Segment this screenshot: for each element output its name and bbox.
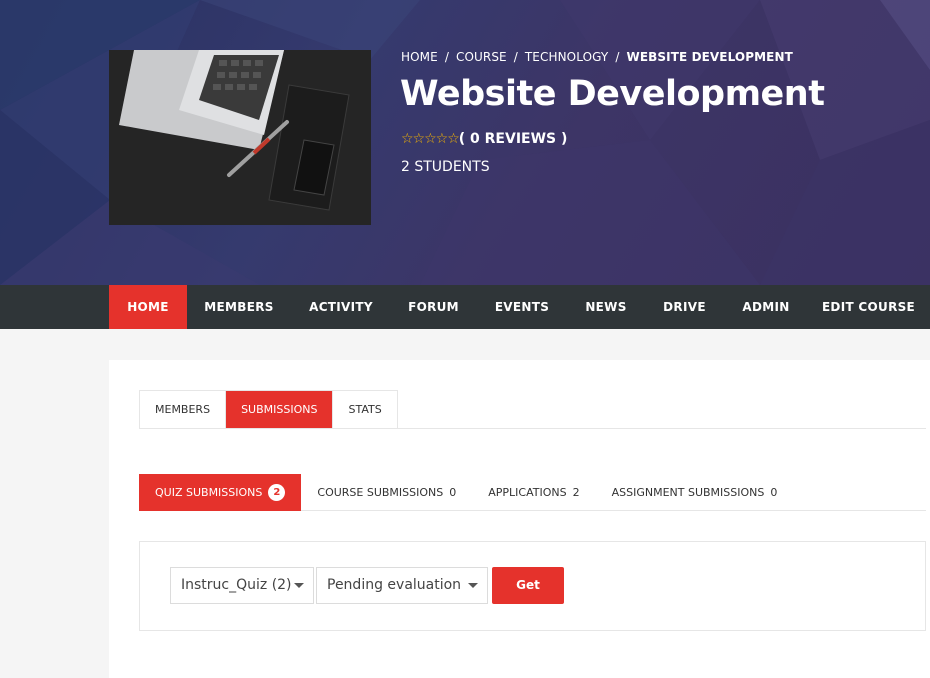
- breadcrumb: HOME / COURSE / TECHNOLOGY / WEBSITE DEVELOPME…: [401, 50, 793, 64]
- laptop-image-icon: [109, 50, 371, 225]
- course-header: HOME / COURSE / TECHNOLOGY / WEBSITE DEVELOPME…: [0, 0, 930, 285]
- applications-count: 2: [572, 486, 580, 499]
- submission-tabs: QUIZ SUBMISSIONS 2 COURSE SUBMISSIONS 0 AP…: [139, 474, 793, 511]
- subtabs: MEMBERS SUBMISSIONS STATS: [139, 390, 398, 429]
- course-rating: ☆☆☆☆☆ ( 0 REVIEWS ): [401, 131, 567, 147]
- nav-admin[interactable]: ADMIN: [725, 285, 807, 329]
- subtab-submissions[interactable]: SUBMISSIONS: [226, 391, 334, 428]
- course-nav: HOME MEMBERS ACTIVITY FORUM EVENTS NEWS …: [0, 285, 930, 329]
- content-panel: MEMBERS SUBMISSIONS STATS QUIZ SUBMISSIO…: [109, 360, 930, 678]
- page-title: Website Development: [400, 74, 825, 114]
- students-count: 2 STUDENTS: [401, 159, 490, 175]
- tab-quiz-submissions[interactable]: QUIZ SUBMISSIONS 2: [139, 474, 302, 511]
- tab-course-submissions[interactable]: COURSE SUBMISSIONS 0: [301, 474, 472, 511]
- nav-forum[interactable]: FORUM: [391, 285, 476, 329]
- nav-drive[interactable]: DRIVE: [644, 285, 725, 329]
- breadcrumb-current: WEBSITE DEVELOPMENT: [626, 50, 793, 64]
- breadcrumb-course[interactable]: COURSE: [456, 50, 507, 64]
- nav-home[interactable]: HOME: [109, 285, 187, 329]
- quiz-select[interactable]: Instruc_Quiz (2): [170, 567, 314, 604]
- assignment-submissions-count: 0: [770, 486, 778, 499]
- reviews-count[interactable]: ( 0 REVIEWS ): [459, 131, 568, 147]
- nav-events[interactable]: EVENTS: [476, 285, 568, 329]
- nav-members[interactable]: MEMBERS: [187, 285, 291, 329]
- chevron-down-icon: [468, 583, 478, 588]
- status-select[interactable]: Pending evaluation: [316, 567, 488, 604]
- course-submissions-count: 0: [449, 486, 457, 499]
- subtab-stats[interactable]: STATS: [333, 391, 396, 428]
- tab-applications[interactable]: APPLICATIONS 2: [472, 474, 595, 511]
- nav-edit-course[interactable]: EDIT COURSE: [807, 285, 930, 329]
- breadcrumb-home[interactable]: HOME: [401, 50, 438, 64]
- get-button[interactable]: Get: [492, 567, 564, 604]
- filter-box: Instruc_Quiz (2) Pending evaluation Get: [139, 541, 926, 631]
- star-rating-icon: ☆☆☆☆☆: [401, 131, 460, 147]
- course-image: [109, 50, 371, 225]
- tab-assignment-submissions[interactable]: ASSIGNMENT SUBMISSIONS 0: [596, 474, 794, 511]
- breadcrumb-technology[interactable]: TECHNOLOGY: [525, 50, 608, 64]
- nav-news[interactable]: NEWS: [568, 285, 644, 329]
- subtab-members[interactable]: MEMBERS: [140, 391, 227, 428]
- quiz-count-badge: 2: [268, 483, 286, 501]
- chevron-down-icon: [294, 583, 304, 588]
- nav-activity[interactable]: ACTIVITY: [291, 285, 391, 329]
